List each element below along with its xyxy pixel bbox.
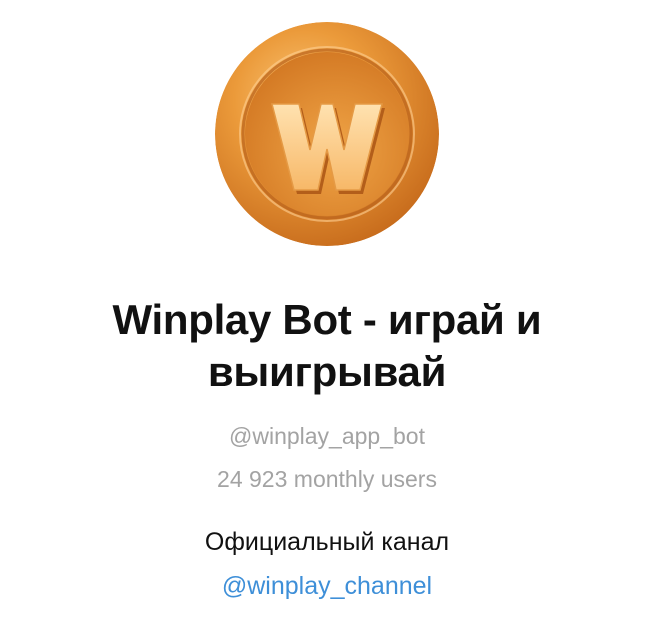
winplay-coin-icon <box>215 22 439 246</box>
monthly-users-count: 24 923 monthly users <box>217 466 437 492</box>
channel-link-row: @winplay_channel <box>0 570 654 602</box>
bot-name: Winplay Bot - играй и выигрывай <box>112 296 542 395</box>
bot-description: Официальный канал <box>204 528 450 556</box>
bot-username[interactable]: @winplay_app_bot <box>0 421 654 451</box>
channel-link[interactable]: @winplay_channel <box>222 572 432 600</box>
bot-profile-header: Winplay Bot - играй и выигрывай @winplay… <box>0 0 654 634</box>
avatar[interactable] <box>215 22 439 246</box>
